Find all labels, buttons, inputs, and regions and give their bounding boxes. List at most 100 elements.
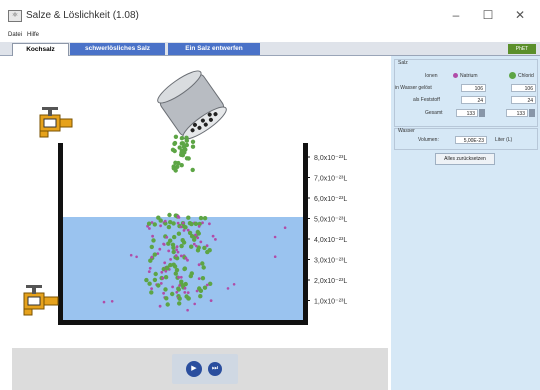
chloride-ion [164,296,169,301]
col-ionen: Ionen [425,73,438,79]
chloride-ion [205,249,210,255]
chloride-ion [200,276,206,281]
sodium-ion [148,227,151,230]
sodium-ion [199,240,203,244]
volume-tick-label: 1,0x10⁻²³L [314,299,347,306]
chloride-ion [165,266,170,271]
playback-controls: ▶ ⏭ [172,354,238,384]
sodium-ion [273,255,277,258]
chloride-icon [509,72,516,79]
drain-faucet-icon[interactable] [23,285,59,316]
sodium-ion [129,253,133,257]
beaker-scene: 8,0x10⁻²³L 7,0x10⁻²³L 6,0x10⁻²³L 5,0x10⁻²³L… [23,66,347,325]
sodium-ion [167,249,171,253]
sodium-ion [195,244,198,248]
sodium-ion [102,300,106,304]
volume-unit: Liter (L) [495,137,513,143]
sodium-ion [158,247,162,251]
total-natrium-spinner[interactable] [479,109,485,117]
sodium-ion [197,263,201,267]
reset-all-button[interactable]: Alles zurücksetzen [435,153,495,165]
chloride-ion [173,134,179,139]
sodium-ion [179,225,183,229]
chloride-ion [208,281,213,286]
chloride-ion [190,139,196,144]
sodium-ion [226,287,230,290]
chloride-ion [152,222,157,227]
sodium-ion [150,287,154,290]
chloride-ion [165,302,170,307]
sodium-ion [165,235,169,239]
simulation-canvas: 8,0x10⁻²³L 7,0x10⁻²³L 6,0x10⁻²³L 5,0x10⁻²³L… [12,57,388,347]
menu-hilfe[interactable]: Hilfe [27,32,39,38]
sodium-ion [186,308,189,312]
minimize-button[interactable]: – [441,6,471,24]
top-faucet-icon[interactable] [39,107,73,138]
sodium-ion [110,300,114,303]
close-button[interactable]: ✕ [505,6,535,24]
window-title: Salze & Löslichkeit (1.08) [26,10,139,21]
dissolved-chlorid-field: 106 [511,84,536,92]
chloride-ion [201,265,206,270]
play-icon[interactable]: ▶ [186,361,202,377]
chloride-ion [179,243,184,249]
sodium-ion [163,219,167,223]
sodium-ion [158,304,162,308]
total-chlorid-spinner[interactable] [529,109,535,117]
chloride-ion [158,218,163,223]
chloride-ion [190,144,196,149]
sodium-ion [183,286,187,290]
chloride-ion [149,290,154,295]
sodium-ion [150,255,154,259]
sodium-ion [184,256,188,260]
tab-ein-salz-entwerfen[interactable]: Ein Salz entwerfen [168,43,260,55]
menu-datei[interactable]: Datei [8,32,22,38]
volume-tick-label: 6,0x10⁻²³L [314,196,347,203]
sodium-ion [151,234,155,238]
sodium-ion [171,285,175,289]
chloride-ion [166,241,171,246]
total-natrium-field[interactable]: 133 [456,109,478,117]
chloride-ion [176,231,182,236]
sodium-ion [193,302,196,306]
volume-tick-label: 8,0x10⁻²³L [314,155,347,162]
chloride-ion [198,288,204,293]
chloride-ion [147,281,152,286]
total-chlorid-field[interactable]: 133 [506,109,528,117]
chloride-ion [183,225,188,230]
chloride-ion [153,271,158,277]
sodium-ion [174,254,178,258]
sodium-ion [273,235,277,239]
row-label-solid: als Feststoff [413,97,440,103]
sodium-ion [160,270,164,274]
chloride-ion [168,220,173,225]
chloride-ion [198,294,203,299]
sodium-ion [161,276,165,280]
step-icon[interactable]: ⏭ [208,362,222,376]
chloride-ion [171,245,176,250]
beaker-left-wall [58,143,63,325]
solid-chlorid-field: 24 [511,96,536,104]
beaker-bottom [58,320,308,325]
maximize-button[interactable]: ☐ [473,6,503,24]
water-group-title: Wasser [398,128,415,134]
sodium-ion [196,236,200,240]
salt-shaker-icon[interactable] [154,66,230,143]
solid-natrium-field: 24 [461,96,486,104]
sodium-ion [179,275,183,279]
chloride-ion [188,273,193,279]
volume-tick-label: 4,0x10⁻²³L [314,237,347,244]
chloride-ion [187,230,193,236]
sodium-ion [176,221,180,225]
app-icon: ⚛ [8,10,22,22]
sodium-ion [197,225,201,228]
sodium-ion [159,224,163,228]
sodium-ion [194,233,198,237]
sodium-ion [162,291,166,295]
tab-kochsalz[interactable]: Kochsalz [12,43,69,56]
col-natrium: Natrium [460,73,478,79]
sodium-ion [175,290,179,294]
tab-schwerloesliches-salz[interactable]: schwerlösliches Salz [70,43,165,55]
chloride-ion [166,224,172,230]
playback-area: ▶ ⏭ [12,348,388,390]
